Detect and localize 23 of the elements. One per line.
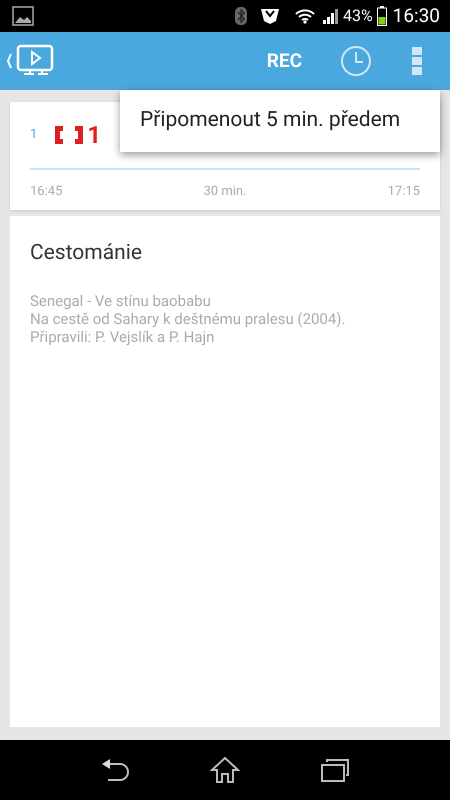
back-nav-button[interactable] (100, 756, 130, 784)
duration: 30 min. (203, 183, 246, 201)
channel-logo: 1 (53, 123, 102, 147)
battery-icon (376, 6, 387, 26)
start-time: 16:45 (30, 183, 62, 201)
screen-title: REC (266, 48, 302, 74)
shield-icon (258, 7, 281, 25)
clock-icon (340, 45, 372, 77)
wifi-icon (294, 8, 315, 24)
bluetooth-icon (234, 7, 247, 25)
program-description: Senegal - Ve stínu baobabu (30, 292, 212, 310)
program-title: Cestománie (30, 240, 143, 267)
image-icon (12, 6, 34, 26)
end-time: 17:15 (388, 183, 420, 201)
channel-number: 1 (30, 126, 38, 144)
clock-time: 16:30 (392, 2, 440, 29)
program-description: Na cestě od Sahary k deštnému pralesu (2004). (30, 310, 346, 328)
recent-apps-button[interactable] (320, 757, 350, 783)
battery-percentage: 43% (342, 5, 373, 27)
menu-item[interactable]: Připomenout 5 min. předem (140, 105, 400, 137)
signal-icon (322, 8, 339, 24)
program-description: Připravili: P. Vejslík a P. Hajn (30, 328, 216, 346)
home-button[interactable] (210, 756, 240, 784)
